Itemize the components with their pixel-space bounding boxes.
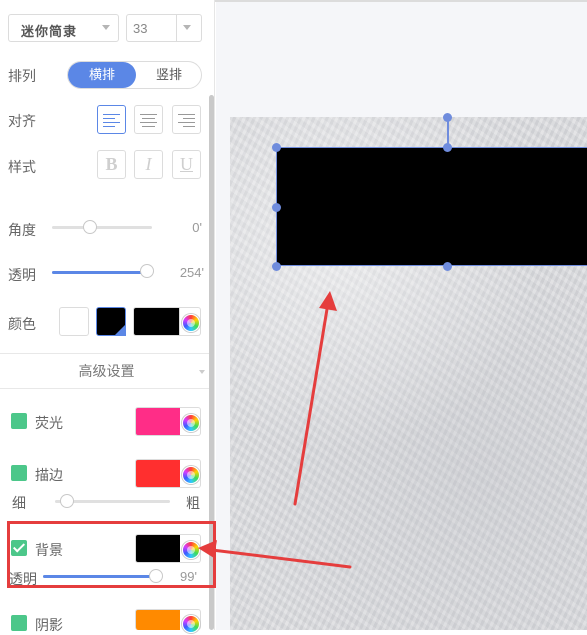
annotation-arrow-left <box>198 540 352 569</box>
annotation-arrow-up <box>293 291 337 506</box>
annotation-arrows <box>198 291 352 569</box>
